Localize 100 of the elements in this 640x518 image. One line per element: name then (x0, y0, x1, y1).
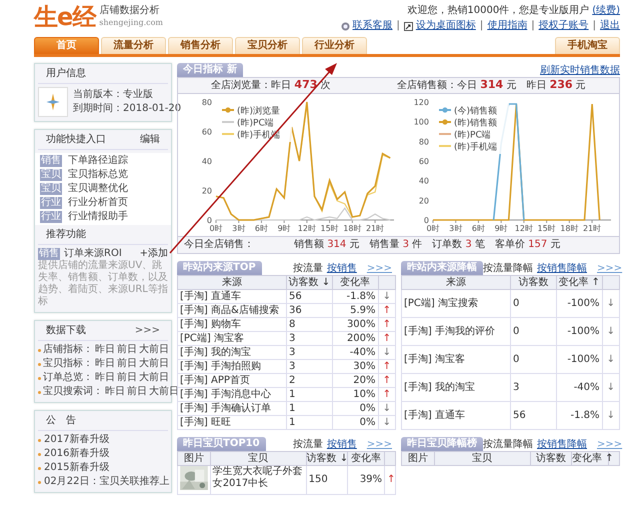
axis-tick-label: 15时 (538, 224, 556, 233)
sort-label: 按流量降幅 (483, 263, 533, 275)
table-cell: [手淘] 手淘确认订单 (178, 402, 286, 416)
axis-tick-label: 40 (418, 176, 429, 186)
table-cell: ↑ (378, 318, 396, 332)
version-text: 当前版本：专业版 (73, 89, 154, 101)
axis-tick-label: 6时 (254, 224, 268, 233)
box-title: 功能快捷入口 (46, 134, 106, 146)
table-cell: 3 (286, 346, 332, 360)
table-cell: 3 (286, 332, 332, 346)
axis-tick-label: 80 (202, 98, 212, 107)
table-cell: ↓ (378, 402, 396, 416)
table-cell: 30% (332, 360, 378, 374)
category-badge: 销售 (40, 155, 62, 167)
table-cell: ↓ (602, 318, 620, 346)
table-cell: 3 (510, 374, 556, 402)
axis-tick-label: 3时 (449, 224, 462, 233)
table-cell: [手淘] 商品&店铺搜索 (178, 304, 286, 318)
table-cell: 0 (510, 318, 556, 346)
axis-tick-label: 21时 (366, 224, 384, 233)
table-cell: [手淘] 我的淘宝 (402, 374, 510, 402)
sort-label: 按流量 (292, 439, 323, 451)
table-cell: [手淘] 手淘拍照购 (178, 360, 286, 374)
table-cell: 0 (510, 346, 556, 374)
axis-tick-label: 9时 (278, 224, 291, 233)
table-cell: ↑ (384, 466, 396, 494)
category-badge: 销售 (38, 248, 60, 260)
domain-text: shengejing.com (99, 17, 164, 29)
category-badge: 宝贝 (40, 169, 62, 181)
table-cell: 56 (286, 290, 332, 304)
summary-text: 全店销售额：今日 314 元 昨日 236 元 (397, 79, 586, 92)
table-cell: [手淘] 我的淘宝 (178, 346, 286, 360)
table-cell: [手淘] APP首页 (178, 374, 286, 388)
table-cell: [PC端] 淘宝搜索 (402, 290, 510, 318)
table-cell: ↓ (378, 290, 396, 304)
expiry-text: 到期时间：2018-01-20 (73, 103, 182, 115)
table-cell: ↑ (378, 332, 396, 346)
axis-tick-label: 20 (202, 186, 212, 196)
axis-tick-label: 0 (206, 216, 212, 225)
table-cell: 20% (332, 374, 378, 388)
table-cell: [手淘] 手淘我的评价 (402, 318, 510, 346)
table-cell: 8 (286, 318, 332, 332)
axis-tick-label: 20 (418, 196, 429, 206)
table-cell: -1.8% (556, 402, 602, 430)
table-cell: [手淘] 旺旺 (178, 416, 286, 430)
axis-tick-label: 15时 (320, 224, 339, 233)
feature-description: 提供店铺的流量来源UV、跳失率、销售额、订单数，以及趋势、着陆页、来源URL等指标 (38, 260, 168, 307)
sort-label: 按流量 (292, 263, 323, 275)
table-cell: ↑ (378, 388, 396, 402)
download-label: 店铺指标： (43, 344, 93, 356)
table-cell: [手淘] 手淘消息中心 (178, 388, 286, 402)
table-cell: -40% (332, 346, 378, 360)
axis-tick-label: 18时 (343, 224, 362, 233)
axis-tick-label: 80 (418, 137, 429, 146)
table-cell: 150 (306, 466, 348, 494)
table-cell: ↑ (378, 360, 396, 374)
axis-tick-label: 21时 (582, 224, 602, 233)
link-separator: | (396, 20, 401, 32)
download-label: 宝贝指标： (43, 358, 93, 370)
category-badge: 行业 (40, 197, 62, 209)
table-cell: [手淘] 直通车 (178, 290, 286, 304)
table-cell: ↑ (378, 304, 396, 318)
table-cell: [手淘] 直通车 (402, 402, 510, 430)
download-label: 宝贝搜索词： (43, 386, 103, 398)
table-cell: ↓ (602, 402, 620, 430)
tagline: 店铺数据分析 (99, 5, 160, 17)
link-separator: | (592, 20, 597, 32)
table-cell: 1 (286, 388, 332, 402)
table-cell: ↓ (378, 346, 396, 360)
table-cell: -100% (556, 346, 602, 374)
welcome-text: 欢迎您，热销10000件，您是专业版用户 (407, 5, 590, 17)
table-cell: 学生宽大衣呢子外套女2017中长 (210, 466, 306, 494)
table-cell: ↑ (378, 374, 396, 388)
summary-text: 全店浏览量：昨日 473 次 (211, 79, 331, 92)
table-cell: 300% (332, 318, 378, 332)
table-cell: -100% (556, 318, 602, 346)
table-cell: 5.9% (332, 304, 378, 318)
axis-tick-label: 3时 (232, 224, 246, 233)
table-cell: [手淘] 购物车 (178, 318, 286, 332)
axis-tick-label: 6时 (472, 224, 485, 233)
axis-tick-label: 40 (202, 157, 212, 166)
axis-tick-label: 0 (424, 216, 429, 225)
feature-name: 订单来源ROI (64, 248, 122, 260)
section-title: 推荐功能 (46, 229, 86, 241)
axis-tick-label: 18时 (560, 224, 578, 233)
box-title: 公 告 (46, 415, 76, 427)
table-cell: -40% (556, 374, 602, 402)
download-label: 订单总览： (43, 372, 93, 384)
footer-label: 今日全店销售： (184, 239, 254, 251)
axis-tick-label: 0时 (209, 224, 223, 233)
table-cell: 39% (348, 466, 385, 494)
sales-stats: 销售额 314 元 销售量 3 件 订单数 3 笔 客单价 157 元 (294, 239, 560, 251)
axis-tick-label: 0时 (426, 224, 440, 233)
axis-tick-label: 120 (414, 98, 429, 107)
table-cell: [手淘] 淘宝客 (402, 346, 510, 374)
table-cell: 1 (286, 402, 332, 416)
table-cell: ↓ (378, 416, 396, 430)
category-badge: 行业 (40, 211, 62, 223)
category-badge: 宝贝 (40, 183, 62, 195)
table-cell: ↓ (602, 290, 620, 318)
